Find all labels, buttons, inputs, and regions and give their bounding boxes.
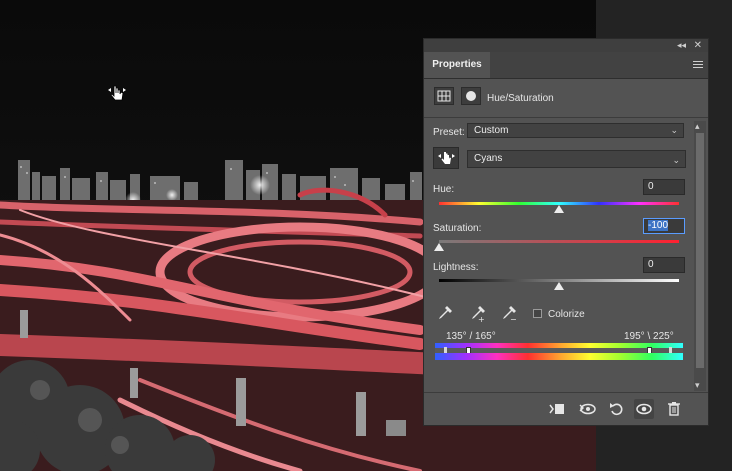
eyedropper-minus-icon[interactable]: − — [500, 304, 518, 324]
properties-panel: ◂◂ ✕ Properties Hue/Saturation Preset: C… — [423, 38, 709, 426]
chevron-down-icon: ⌄ — [672, 155, 680, 165]
svg-text:+: + — [478, 315, 485, 322]
panel-tab-bar: Properties — [424, 52, 708, 79]
range-color-bar-bottom — [435, 353, 683, 360]
hue-field[interactable]: 0 — [643, 179, 685, 195]
channel-value: Cyans — [474, 153, 503, 164]
eyedropper-plus-icon[interactable]: + — [469, 304, 487, 324]
adjustment-title: Hue/Saturation — [487, 93, 554, 104]
preset-value: Custom — [474, 125, 509, 136]
clip-to-layer-icon[interactable] — [547, 399, 567, 419]
chevron-down-icon: ⌄ — [670, 125, 678, 135]
trash-icon[interactable] — [664, 399, 684, 419]
hue-saturation-icon[interactable] — [434, 87, 454, 105]
saturation-field[interactable]: -100 — [643, 218, 685, 234]
targeted-adjustment-hand-button[interactable] — [433, 147, 459, 169]
range-right-values: 195° \ 225° — [624, 331, 674, 342]
saturation-slider-thumb[interactable] — [434, 243, 444, 251]
lightness-slider-thumb[interactable] — [554, 282, 564, 290]
targeted-adjustment-hand-icon — [438, 152, 455, 164]
reset-icon[interactable] — [607, 399, 627, 419]
tab-properties[interactable]: Properties — [424, 52, 490, 78]
panel-footer — [424, 392, 708, 425]
preset-label: Preset: — [433, 127, 465, 138]
layer-mask-icon[interactable] — [461, 87, 481, 105]
panel-menu-icon[interactable] — [693, 61, 703, 69]
scroll-up-icon[interactable]: ▴ — [695, 121, 700, 132]
hue-label: Hue: — [433, 184, 455, 195]
lightness-label: Lightness: — [433, 262, 479, 273]
scroll-thumb[interactable] — [696, 133, 704, 368]
saturation-slider-track[interactable] — [439, 240, 679, 243]
range-left-values: 135° / 165° — [446, 331, 496, 342]
colorize-label: Colorize — [548, 309, 585, 320]
channel-select[interactable]: Cyans ⌄ — [467, 150, 686, 168]
close-icon[interactable]: ✕ — [694, 39, 702, 52]
eyedropper-icon[interactable] — [436, 304, 454, 322]
view-previous-icon[interactable] — [577, 399, 597, 419]
saturation-value: -100 — [648, 220, 669, 231]
hue-slider-thumb[interactable] — [554, 205, 564, 213]
saturation-label: Saturation: — [433, 223, 482, 234]
panel-scrollbar[interactable]: ▴ ▾ — [694, 121, 706, 391]
lightness-field[interactable]: 0 — [643, 257, 685, 273]
colorize-checkbox[interactable] — [533, 309, 542, 318]
double-chevron-left-icon[interactable]: ◂◂ — [677, 39, 686, 52]
panel-title-bar: ◂◂ ✕ — [424, 39, 708, 52]
visibility-eye-icon[interactable] — [634, 399, 654, 419]
scroll-down-icon[interactable]: ▾ — [695, 380, 700, 391]
svg-text:−: − — [510, 315, 517, 322]
adjustment-header: Hue/Saturation — [424, 79, 708, 118]
preset-select[interactable]: Custom ⌄ — [467, 123, 684, 138]
